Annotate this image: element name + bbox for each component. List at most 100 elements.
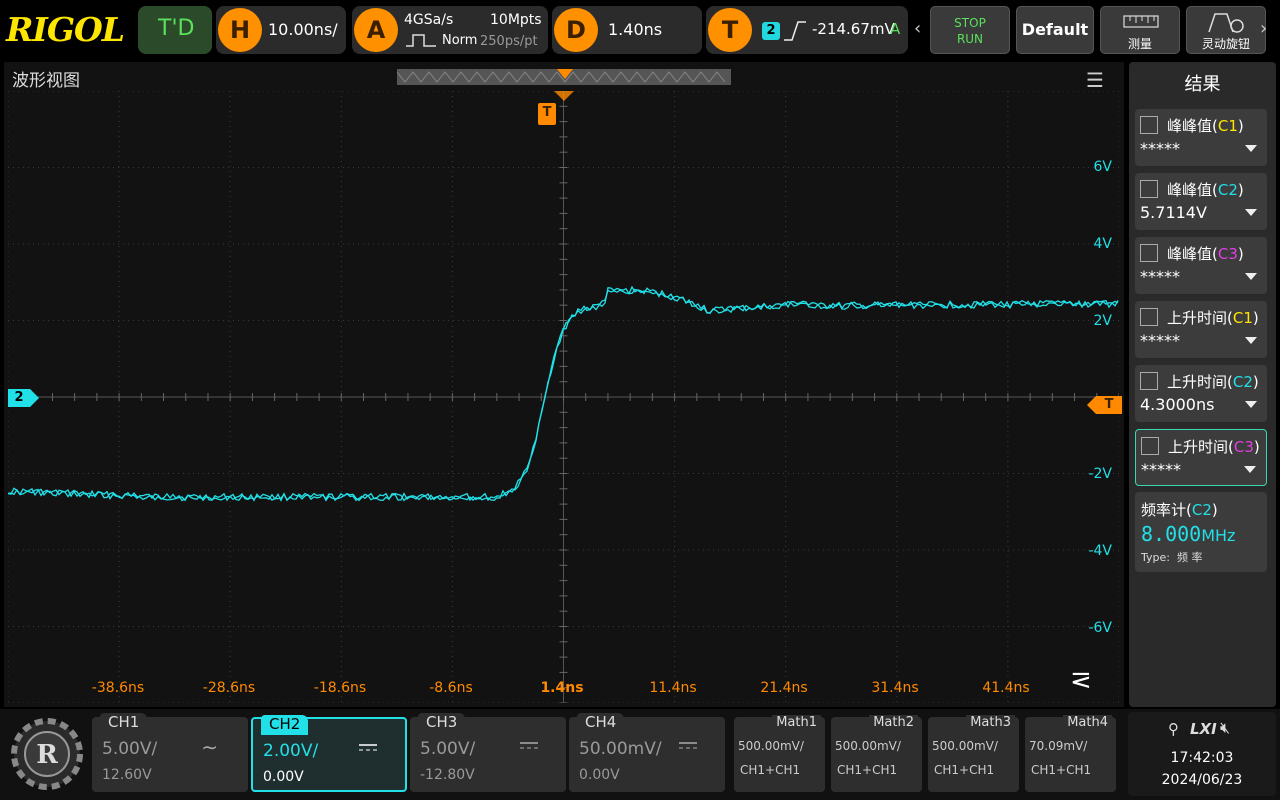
ac-coupling-icon: ∼ (201, 735, 218, 759)
trigger-position-marker (557, 69, 573, 79)
smart-knob-button[interactable]: 灵动旋钮 (1186, 6, 1266, 54)
measurement-label: 上升时间 (1167, 373, 1228, 391)
chevron-right-icon[interactable]: › (1260, 18, 1267, 39)
time-axis-label: 11.4ns (649, 680, 697, 696)
time-axis-label: -18.6ns (313, 680, 367, 696)
t-badge: T (708, 8, 752, 52)
rigol-gear-logo-icon[interactable]: R (8, 714, 86, 794)
dc-coupling-icon (679, 742, 697, 749)
channel-scale: 2.00V/ (263, 741, 319, 761)
trigger-level: -214.67mV (812, 20, 895, 38)
time-axis-label: 31.4ns (871, 680, 919, 696)
knob-label: 灵动旋钮 (1201, 37, 1250, 51)
measurement-card[interactable]: 峰峰值(C3) ***** (1135, 237, 1267, 294)
channel-scale: 50.00mV/ (579, 739, 662, 759)
rigol-logo: RIGOL (6, 10, 125, 49)
freq-number: 8.000 (1141, 522, 1202, 546)
measurement-type-icon (1140, 372, 1158, 390)
freq-unit: MHz (1201, 526, 1236, 545)
usb-icon[interactable]: ⚲ (1168, 720, 1179, 738)
lxi-icon[interactable]: LXI (1190, 720, 1217, 738)
dropdown-arrow-icon[interactable] (1244, 466, 1256, 473)
horizontal-timebase[interactable]: H 10.00ns/ (216, 6, 346, 54)
measurement-name: 上升时间(C1) (1167, 309, 1259, 327)
measurement-channel: C1 (1232, 309, 1253, 327)
trigger-time-marker[interactable]: T (538, 103, 556, 125)
math-box-2[interactable]: Math2 500.00mV/CH1+CH1 (831, 715, 922, 792)
stop-run-button[interactable]: STOP RUN (930, 6, 1010, 54)
dropdown-arrow-icon[interactable] (1245, 209, 1257, 216)
freq-channel: C2 (1191, 501, 1212, 519)
svg-text:R: R (36, 740, 58, 770)
td-indicator[interactable]: T'D (138, 6, 212, 54)
measure-button[interactable]: 测量 (1100, 6, 1180, 54)
math-expression: CH1+CH1 (1031, 763, 1092, 777)
math-scale: 500.00mV/ (738, 739, 804, 753)
rising-edge-icon (784, 21, 806, 41)
collapse-menu-icon[interactable]: ⋜ (1070, 665, 1092, 695)
measurement-card[interactable]: 上升时间(C3) ***** (1135, 429, 1267, 486)
measurement-channel: C2 (1217, 181, 1238, 199)
speaker-mute-icon[interactable]: 🔇︎ (1220, 718, 1230, 738)
channel-name: CH1 (100, 713, 148, 733)
measurement-label: 峰峰值 (1167, 181, 1213, 199)
measurement-channel: C3 (1217, 245, 1238, 263)
chevron-left-icon[interactable]: ‹ (914, 18, 921, 39)
measure-label: 测量 (1127, 37, 1152, 51)
default-button[interactable]: Default (1016, 6, 1094, 54)
sample-rate: 4GSa/s (404, 12, 454, 28)
memory-depth: 10Mpts (490, 12, 542, 28)
math-expression: CH1+CH1 (934, 763, 995, 777)
time-axis-label: 1.4ns (540, 680, 584, 696)
measurement-type-icon (1140, 116, 1158, 134)
math-box-3[interactable]: Math3 500.00mV/CH1+CH1 (928, 715, 1019, 792)
measurement-card[interactable]: 峰峰值(C2) 5.7114V (1135, 173, 1267, 230)
ch2-offset-marker[interactable]: 2 (8, 389, 30, 407)
channel-scale: 5.00V/ (420, 739, 476, 759)
measurement-card[interactable]: 上升时间(C2) 4.3000ns (1135, 365, 1267, 422)
channel-scale: 5.00V/ (102, 739, 158, 759)
math-name: Math4 (1063, 715, 1112, 730)
math-name: Math2 (869, 715, 918, 730)
dc-coupling-icon (520, 742, 538, 749)
dropdown-arrow-icon[interactable] (1245, 145, 1257, 152)
dropdown-arrow-icon[interactable] (1245, 273, 1257, 280)
measurement-channel: C1 (1217, 117, 1238, 135)
channel-box-ch1[interactable]: CH1 5.00V/12.60V ∼ (92, 713, 248, 792)
channel-box-ch4[interactable]: CH4 50.00mV/0.00V (569, 713, 725, 792)
volt-axis-label: -2V (1088, 466, 1112, 482)
math-box-1[interactable]: Math1 500.00mV/CH1+CH1 (734, 715, 825, 792)
measurement-card[interactable]: 峰峰值(C1) ***** (1135, 109, 1267, 166)
measurement-label: 上升时间 (1168, 438, 1229, 456)
menu-icon[interactable]: ☰ (1086, 68, 1104, 92)
channel-name: CH3 (418, 713, 466, 733)
a-badge: A (354, 8, 398, 52)
h-badge: H (218, 8, 262, 52)
channel-box-ch2[interactable]: CH2 2.00V/0.00V (251, 715, 407, 792)
measurement-card[interactable]: 上升时间(C1) ***** (1135, 301, 1267, 358)
trigger-info[interactable]: T 2 -214.67mV A (706, 6, 908, 54)
trigger-level-arrow (1087, 396, 1096, 414)
status-panel: ⚲ LXI 🔇︎ 17:42:03 2024/06/23 (1128, 712, 1276, 796)
math-box-4[interactable]: Math4 70.09mV/CH1+CH1 (1025, 715, 1116, 792)
measurement-value: ***** (1140, 267, 1180, 286)
time-axis-label: 41.4ns (982, 680, 1030, 696)
freq-value: 8.000MHz (1141, 522, 1235, 546)
dropdown-arrow-icon[interactable] (1245, 401, 1257, 408)
dropdown-arrow-icon[interactable] (1245, 337, 1257, 344)
channel-offset: 0.00V (263, 769, 304, 785)
stop-label: STOP (954, 16, 986, 30)
freq-type-label: Type: (1141, 551, 1170, 564)
freq-type-value: 频 率 (1176, 551, 1203, 564)
waveform-plot[interactable] (8, 91, 1119, 703)
channel-name: CH4 (577, 713, 625, 733)
frequency-counter-card[interactable]: 频率计(C2) 8.000MHz Type: 频 率 (1135, 492, 1267, 572)
delay-value: 1.40ns (608, 20, 663, 39)
horizontal-delay[interactable]: D 1.40ns (552, 6, 702, 54)
channel-box-ch3[interactable]: CH3 5.00V/ -12.80V (410, 713, 566, 792)
measurement-label: 峰峰值 (1167, 245, 1213, 263)
trigger-level-marker[interactable]: T (1096, 396, 1122, 414)
trigger-source-badge: 2 (762, 22, 780, 40)
acquisition-info[interactable]: A 4GSa/s 10Mpts Norm 250ps/pt (352, 6, 548, 54)
measurement-value: 5.7114V (1140, 203, 1207, 222)
